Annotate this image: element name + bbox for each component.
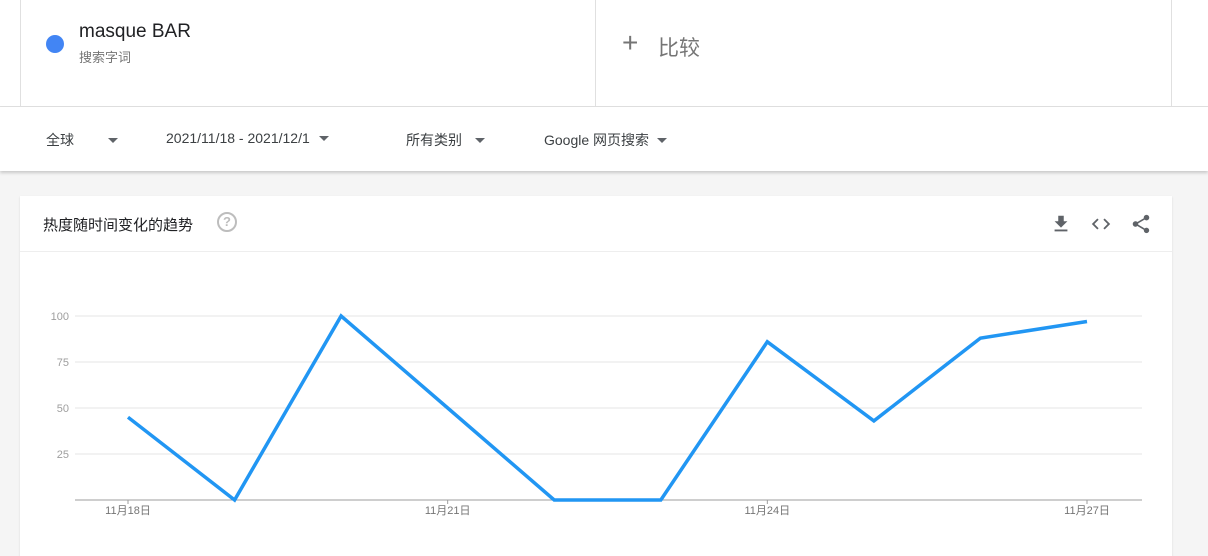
x-tick-label: 11月27日 — [1064, 505, 1110, 517]
search-term-type: 搜索字词 — [79, 47, 131, 66]
date-range-filter[interactable]: 2021/11/18 - 2021/12/1 — [166, 130, 329, 146]
date-range-label: 2021/11/18 - 2021/12/1 — [166, 130, 310, 146]
search-term-card[interactable]: masque BAR 搜索字词 — [20, 0, 596, 106]
help-icon[interactable]: ? — [217, 212, 237, 232]
y-tick-label: 75 — [57, 357, 69, 369]
plus-icon: + — [622, 27, 638, 59]
compare-button[interactable]: + 比较 — [596, 0, 1172, 106]
card-header: 热度随时间变化的趋势 ? — [20, 196, 1172, 252]
search-property-filter[interactable]: Google 网页搜索 — [544, 130, 667, 150]
category-filter[interactable]: 所有类别 — [406, 130, 485, 150]
search-property-label: Google 网页搜索 — [544, 130, 649, 150]
search-terms-bar: masque BAR 搜索字词 + 比较 — [0, 0, 1208, 107]
y-tick-label: 100 — [51, 311, 69, 323]
x-tick-label: 11月24日 — [745, 505, 791, 517]
download-icon[interactable] — [1050, 213, 1072, 235]
chevron-down-icon — [475, 138, 485, 143]
y-tick-label: 25 — [57, 449, 69, 461]
region-filter-label: 全球 — [46, 130, 74, 150]
card-title: 热度随时间变化的趋势 — [43, 214, 193, 235]
chevron-down-icon — [319, 136, 329, 141]
y-tick-label: 50 — [57, 403, 69, 415]
share-icon[interactable] — [1130, 213, 1152, 235]
embed-icon[interactable] — [1090, 213, 1112, 235]
filter-bar: 全球 2021/11/18 - 2021/12/1 所有类别 Google 网页… — [0, 107, 1208, 171]
x-tick-label: 11月21日 — [425, 505, 471, 517]
series-color-dot — [46, 35, 64, 53]
x-tick-label: 11月18日 — [105, 505, 151, 517]
compare-label: 比较 — [658, 32, 700, 62]
search-term-name[interactable]: masque BAR — [79, 21, 191, 43]
chevron-down-icon — [108, 138, 118, 143]
trend-chart: 25 50 75 100 11月18日 11月21日 11月24日 11月27日 — [20, 252, 1172, 552]
chevron-down-icon — [657, 138, 667, 143]
interest-over-time-card: 热度随时间变化的趋势 ? 25 50 75 100 11月18日 11月21日 11月24… — [20, 196, 1172, 556]
category-filter-label: 所有类别 — [406, 130, 462, 150]
region-filter[interactable]: 全球 — [46, 130, 118, 150]
